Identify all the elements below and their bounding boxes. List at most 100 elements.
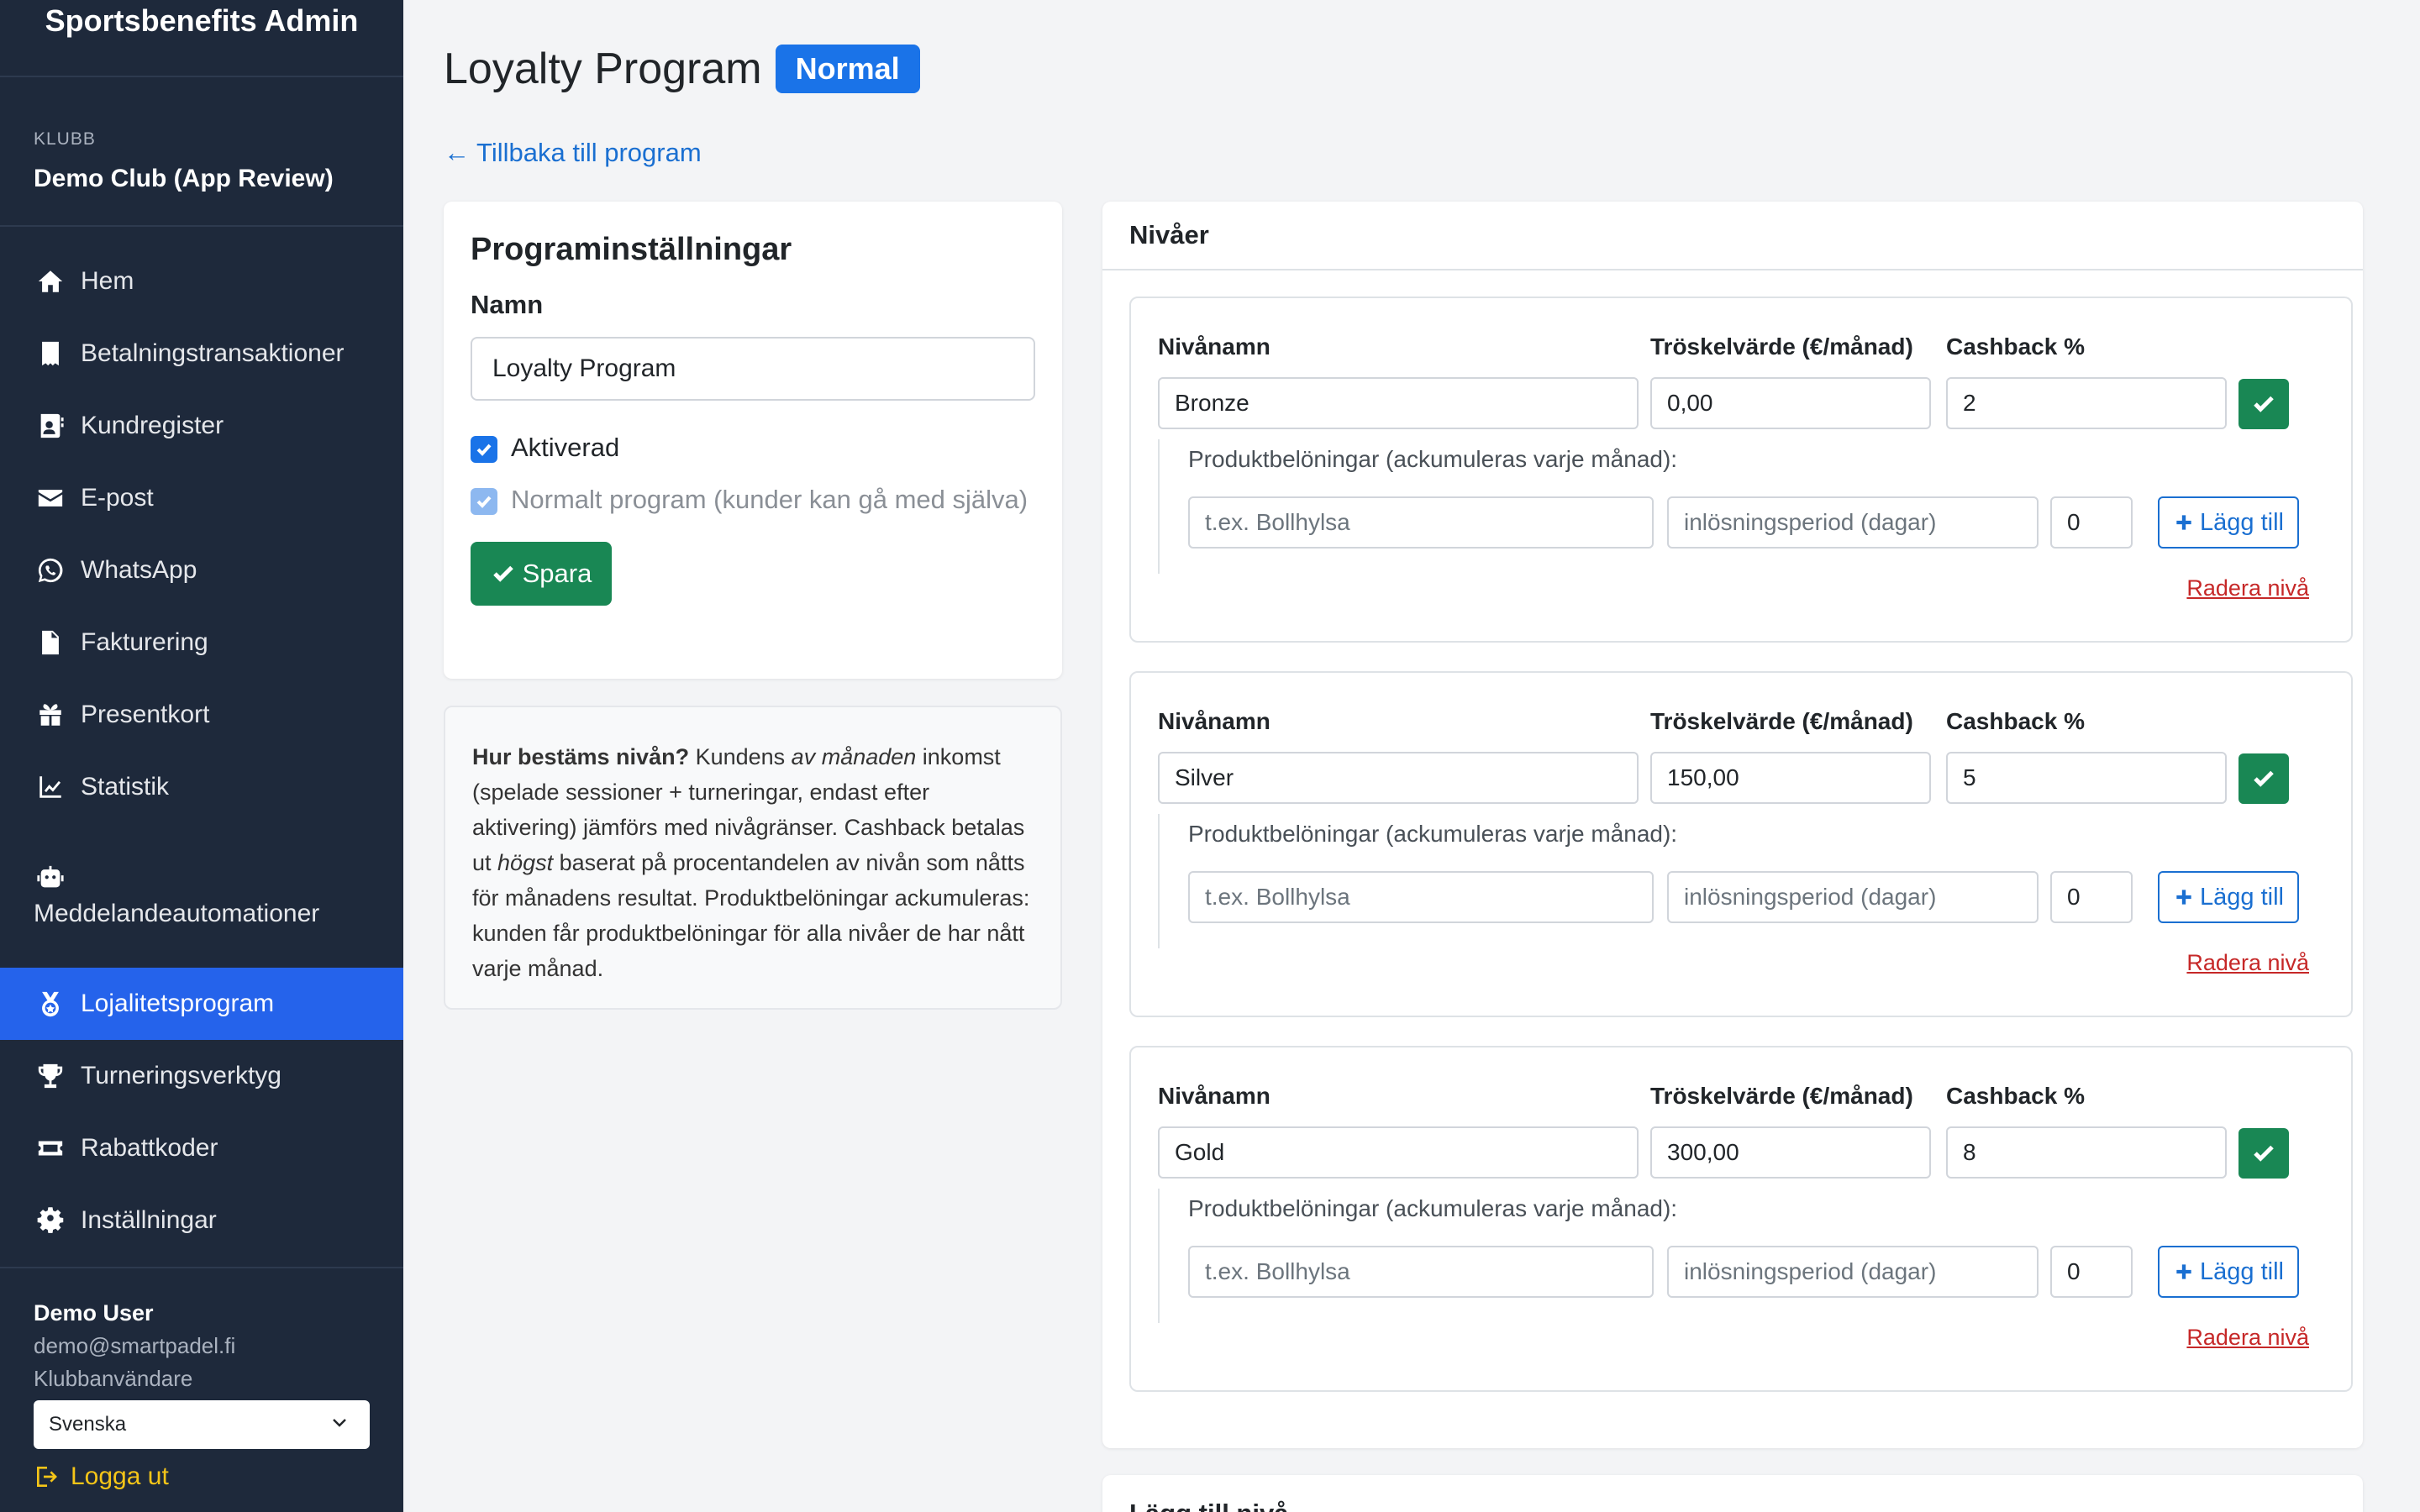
- user-role: Klubbanvändare: [34, 1366, 193, 1391]
- plus-icon: [2176, 1264, 2191, 1279]
- reward-quantity-input[interactable]: 0: [2050, 496, 2133, 549]
- threshold-input[interactable]: 150,00: [1650, 752, 1931, 804]
- app-title: Sportsbenefits Admin: [0, 0, 403, 77]
- delete-level-link[interactable]: Radera nivå: [2186, 1325, 2309, 1351]
- sidebar: Sportsbenefits Admin KLUBB Demo Club (Ap…: [0, 0, 403, 1512]
- level-card: Nivånamn Tröskelvärde (€/månad) Cashback…: [1129, 1046, 2353, 1392]
- delete-level-link[interactable]: Radera nivå: [2186, 575, 2309, 601]
- cashback-label: Cashback %: [1946, 1083, 2085, 1109]
- add-reward-button[interactable]: Lägg till: [2158, 496, 2299, 549]
- save-level-button[interactable]: [2238, 753, 2289, 804]
- sidebar-item-rabattkoder[interactable]: Rabattkoder: [0, 1112, 403, 1184]
- cashback-input[interactable]: 8: [1946, 1126, 2227, 1179]
- rewards-label: Produktbelöningar (ackumuleras varje mån…: [1188, 446, 1678, 472]
- info-heading: Hur bestäms nivån?: [472, 744, 690, 769]
- sidebar-item-lojalitetsprogram[interactable]: Lojalitetsprogram: [0, 968, 403, 1040]
- add-reward-label: Lägg till: [2200, 1257, 2284, 1285]
- check-icon: [476, 444, 492, 456]
- sidebar-item-label: Kundregister: [81, 412, 224, 439]
- level-name-input[interactable]: Silver: [1158, 752, 1639, 804]
- logout-button[interactable]: Logga ut: [34, 1462, 370, 1491]
- sidebar-item-kundregister[interactable]: Kundregister: [0, 390, 403, 462]
- delete-level-link[interactable]: Radera nivå: [2186, 950, 2309, 976]
- reward-name-input[interactable]: t.ex. Bollhylsa: [1188, 871, 1654, 923]
- level-info-text: Hur bestäms nivån? Kundens av månaden in…: [472, 739, 1034, 986]
- add-reward-button[interactable]: Lägg till: [2158, 1246, 2299, 1298]
- levels-card: Nivåer Nivånamn Tröskelvärde (€/månad) C…: [1102, 202, 2363, 1448]
- redemption-period-input[interactable]: inlösningsperiod (dagar): [1667, 1246, 2039, 1298]
- reward-quantity-input[interactable]: 0: [2050, 871, 2133, 923]
- home-icon: [34, 266, 67, 297]
- level-name-label: Nivånamn: [1158, 333, 1270, 360]
- sidebar-item-installningar[interactable]: Inställningar: [0, 1184, 403, 1257]
- sidebar-item-hem[interactable]: Hem: [0, 245, 403, 318]
- sidebar-item-statistik[interactable]: Statistik: [0, 751, 403, 823]
- normal-program-checkbox-row: Normalt program (kunder kan gå med själv…: [471, 485, 1035, 520]
- add-level-card: Lägg till nivå: [1102, 1475, 2363, 1512]
- level-name-input[interactable]: Bronze: [1158, 377, 1639, 429]
- save-button[interactable]: Spara: [471, 542, 612, 606]
- redemption-period-input[interactable]: inlösningsperiod (dagar): [1667, 871, 2039, 923]
- threshold-input[interactable]: 0,00: [1650, 377, 1931, 429]
- sidebar-item-label: E-post: [81, 484, 154, 512]
- settings-title: Programinställningar: [471, 232, 792, 267]
- sidebar-item-label: Meddelandeautomationer: [34, 900, 320, 927]
- product-rewards: Produktbelöningar (ackumuleras varje mån…: [1158, 814, 2299, 948]
- normal-program-label: Normalt program (kunder kan gå med själv…: [511, 485, 1028, 514]
- add-reward-button[interactable]: Lägg till: [2158, 871, 2299, 923]
- check-icon: [2254, 396, 2274, 412]
- save-level-button[interactable]: [2238, 379, 2289, 429]
- level-name-label: Nivånamn: [1158, 708, 1270, 734]
- back-link[interactable]: ← Tillbaka till program: [444, 138, 702, 168]
- normal-program-checkbox: [471, 488, 497, 515]
- gear-icon: [34, 1205, 67, 1236]
- sidebar-item-label: Hem: [81, 267, 134, 295]
- level-card: Nivånamn Tröskelvärde (€/månad) Cashback…: [1129, 297, 2353, 643]
- medal-icon: [34, 989, 67, 1019]
- check-icon: [476, 496, 492, 508]
- program-type-badge: Normal: [775, 45, 920, 93]
- program-name-input[interactable]: Loyalty Program: [471, 337, 1035, 401]
- language-select[interactable]: Svenska: [34, 1400, 370, 1449]
- plus-icon: [2176, 515, 2191, 530]
- info-emphasis: högst: [497, 850, 554, 875]
- enabled-checkbox[interactable]: [471, 436, 497, 463]
- add-level-title: Lägg till nivå: [1129, 1499, 2336, 1512]
- enabled-checkbox-row[interactable]: Aktiverad: [471, 433, 1035, 463]
- main-content: Loyalty Program Normal ← Tillbaka till p…: [403, 0, 2420, 1512]
- chevron-down-icon: [329, 1412, 350, 1438]
- reward-name-input[interactable]: t.ex. Bollhylsa: [1188, 1246, 1654, 1298]
- logout-icon: [37, 1467, 57, 1487]
- level-name-input[interactable]: Gold: [1158, 1126, 1639, 1179]
- ticket-icon: [34, 1133, 67, 1163]
- save-level-button[interactable]: [2238, 1128, 2289, 1179]
- receipt-icon: [34, 339, 67, 369]
- info-emphasis: av månaden: [791, 744, 917, 769]
- threshold-label: Tröskelvärde (€/månad): [1650, 708, 1913, 734]
- product-rewards: Produktbelöningar (ackumuleras varje mån…: [1158, 1189, 2299, 1323]
- info-text: Kundens: [689, 744, 792, 769]
- sidebar-item-presentkort[interactable]: Presentkort: [0, 679, 403, 751]
- invoice-icon: [34, 627, 67, 658]
- redemption-period-input[interactable]: inlösningsperiod (dagar): [1667, 496, 2039, 549]
- threshold-input[interactable]: 300,00: [1650, 1126, 1931, 1179]
- sidebar-item-e-post[interactable]: E-post: [0, 462, 403, 534]
- sidebar-item-label: Rabattkoder: [81, 1134, 218, 1162]
- cashback-input[interactable]: 5: [1946, 752, 2227, 804]
- sidebar-item-fakturering[interactable]: Fakturering: [0, 606, 403, 679]
- sidebar-item-label: WhatsApp: [81, 556, 197, 584]
- sidebar-item-label: Fakturering: [81, 628, 208, 656]
- level-name-label: Nivånamn: [1158, 1083, 1270, 1109]
- chart-line-icon: [34, 772, 67, 802]
- cashback-input[interactable]: 2: [1946, 377, 2227, 429]
- threshold-label: Tröskelvärde (€/månad): [1650, 1083, 1913, 1109]
- sidebar-item-meddelandeautomationer[interactable]: Meddelandeautomationer: [0, 823, 403, 968]
- sidebar-item-whatsapp[interactable]: WhatsApp: [0, 534, 403, 606]
- sidebar-item-turneringsverktyg[interactable]: Turneringsverktyg: [0, 1040, 403, 1112]
- sidebar-item-betalningstransaktioner[interactable]: Betalningstransaktioner: [0, 318, 403, 390]
- save-label: Spara: [522, 559, 592, 588]
- reward-name-input[interactable]: t.ex. Bollhylsa: [1188, 496, 1654, 549]
- logout-label: Logga ut: [71, 1462, 169, 1490]
- reward-quantity-input[interactable]: 0: [2050, 1246, 2133, 1298]
- sidebar-item-label: Lojalitetsprogram: [81, 990, 275, 1017]
